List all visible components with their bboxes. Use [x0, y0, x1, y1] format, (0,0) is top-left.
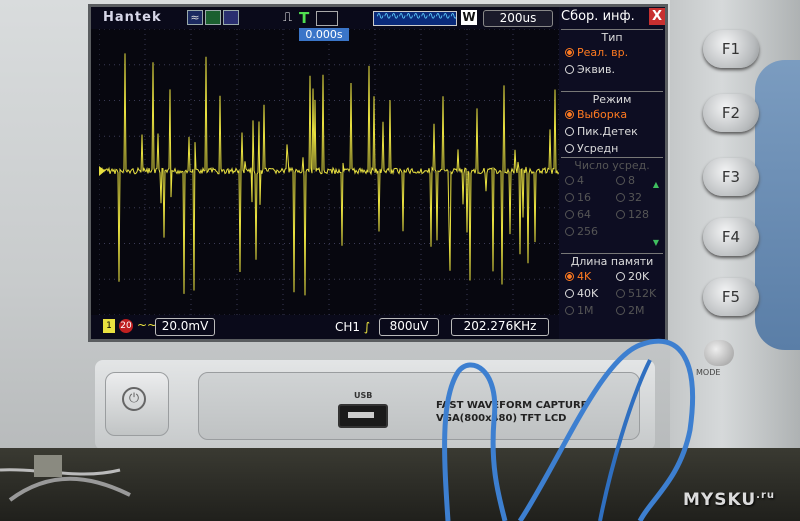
watermark: MYSKU.ru: [683, 490, 776, 510]
probe-cables: [0, 338, 696, 521]
trigger-position-readout: 0.000s: [299, 28, 349, 41]
